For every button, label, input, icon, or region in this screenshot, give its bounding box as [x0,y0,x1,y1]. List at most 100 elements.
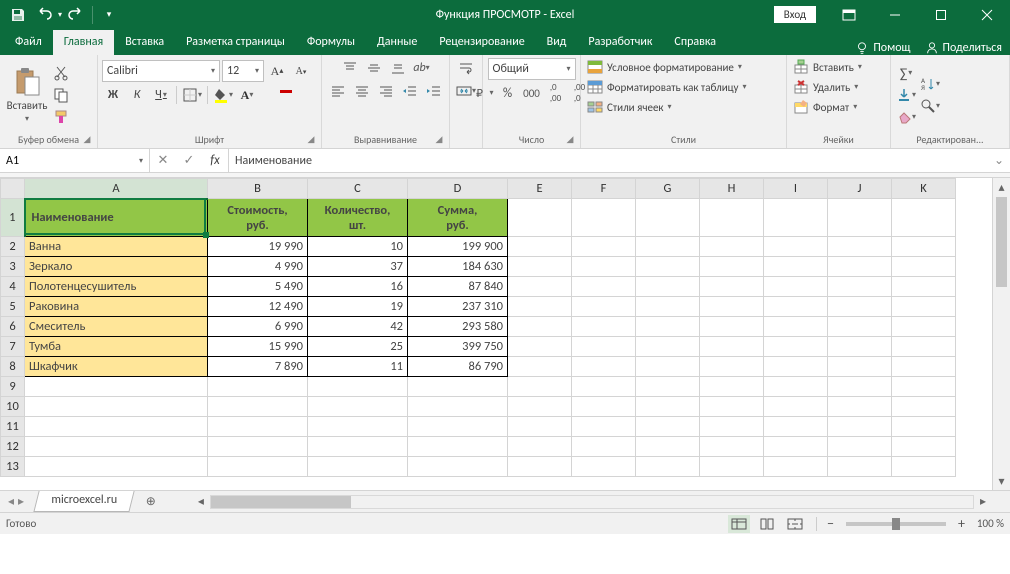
cell[interactable] [892,357,956,377]
enter-formula-button[interactable]: ✓ [176,153,202,168]
cell[interactable] [508,397,572,417]
cell[interactable]: 237 310 [408,297,508,317]
tab-insert[interactable]: Вставка [114,30,175,55]
expand-formula-bar-button[interactable]: ⌄ [988,149,1010,172]
cell[interactable] [308,457,408,477]
cell[interactable]: Смеситель [25,317,208,337]
bold-button[interactable]: Ж [102,85,124,105]
conditional-formatting-button[interactable]: Условное форматирование▾ [585,58,744,76]
cell[interactable] [572,297,636,317]
row-header[interactable]: 8 [1,357,25,377]
number-format-combo[interactable]: Общий▾ [488,58,576,80]
cell[interactable] [892,297,956,317]
underline-button[interactable]: Ч▾ [150,85,172,105]
cell[interactable]: 15 990 [208,337,308,357]
tab-help[interactable]: Справка [663,30,727,55]
font-color-button[interactable]: A▾ [236,85,258,105]
paste-button[interactable]: Вставить ▾ [4,62,50,128]
cut-button[interactable] [50,63,72,83]
cell[interactable]: 25 [308,337,408,357]
scroll-down-button[interactable]: ▾ [993,472,1010,490]
vertical-scrollbar[interactable]: ▴ ▾ [992,178,1010,490]
cell[interactable] [572,237,636,257]
cell[interactable]: 11 [308,357,408,377]
cell[interactable]: Зеркало [25,257,208,277]
align-middle-button[interactable] [363,58,385,78]
autosum-button[interactable]: ∑▾ [895,63,917,83]
cell[interactable] [408,437,508,457]
cell[interactable] [764,377,828,397]
page-break-view-button[interactable] [784,515,806,533]
cell[interactable] [508,357,572,377]
column-header[interactable]: I [764,179,828,199]
delete-cells-button[interactable]: Удалить▾ [791,78,860,96]
row-header[interactable]: 10 [1,397,25,417]
cell[interactable] [828,417,892,437]
cell[interactable]: Ванна [25,237,208,257]
row-header[interactable]: 6 [1,317,25,337]
column-header[interactable]: G [636,179,700,199]
ribbon-display-options-button[interactable] [826,0,872,29]
close-button[interactable] [964,0,1010,29]
column-header[interactable]: C [308,179,408,199]
cell[interactable]: 86 790 [408,357,508,377]
cell[interactable] [508,317,572,337]
cell[interactable]: Полотенцесушитель [25,277,208,297]
cell[interactable] [508,457,572,477]
cell[interactable] [828,257,892,277]
cell[interactable] [25,377,208,397]
cell[interactable] [764,317,828,337]
cell[interactable] [764,397,828,417]
cell[interactable] [408,377,508,397]
cell[interactable] [572,457,636,477]
orientation-button[interactable]: ab▾ [411,58,433,78]
spreadsheet-grid[interactable]: ABCDEFGHIJK1НаименованиеСтоимость,руб.Ко… [0,178,956,477]
row-header[interactable]: 1 [1,199,25,237]
tab-formulas[interactable]: Формулы [296,30,366,55]
cell[interactable]: Стоимость,руб. [208,199,308,237]
decrease-font-button[interactable]: A▾ [290,61,312,81]
align-bottom-button[interactable] [387,58,409,78]
normal-view-button[interactable] [728,515,750,533]
cell[interactable] [208,457,308,477]
number-dialog-launcher[interactable]: ◢ [564,134,576,146]
copy-button[interactable] [50,85,72,105]
tab-data[interactable]: Данные [366,30,428,55]
cell[interactable] [636,277,700,297]
cell[interactable] [25,417,208,437]
cell[interactable] [764,437,828,457]
cell[interactable]: 293 580 [408,317,508,337]
cell[interactable] [828,337,892,357]
cell[interactable] [828,437,892,457]
cell[interactable] [892,257,956,277]
cell[interactable]: Количество,шт. [308,199,408,237]
cell[interactable] [636,237,700,257]
cell[interactable] [508,337,572,357]
cell[interactable] [700,357,764,377]
cell[interactable] [700,377,764,397]
horizontal-scrollbar-thumb[interactable] [211,496,351,508]
scroll-up-button[interactable]: ▴ [993,178,1010,196]
row-header[interactable]: 12 [1,437,25,457]
cell[interactable]: 199 900 [408,237,508,257]
cell[interactable] [508,417,572,437]
cell[interactable] [828,397,892,417]
cell[interactable] [636,417,700,437]
sheet-tab[interactable]: microexcel.ru [33,491,134,512]
formula-input[interactable]: Наименование [229,149,988,172]
tab-page-layout[interactable]: Разметка страницы [175,30,296,55]
cell[interactable] [408,457,508,477]
cell[interactable] [892,397,956,417]
cell[interactable] [572,277,636,297]
row-header[interactable]: 13 [1,457,25,477]
cell[interactable] [636,199,700,237]
row-header[interactable]: 9 [1,377,25,397]
cell[interactable] [700,277,764,297]
cell[interactable] [700,397,764,417]
cell[interactable] [508,199,572,237]
clipboard-dialog-launcher[interactable]: ◢ [81,134,93,146]
cell[interactable] [208,397,308,417]
scroll-left-button[interactable]: ◂ [192,494,210,509]
cell[interactable]: 5 490 [208,277,308,297]
cell[interactable] [764,277,828,297]
